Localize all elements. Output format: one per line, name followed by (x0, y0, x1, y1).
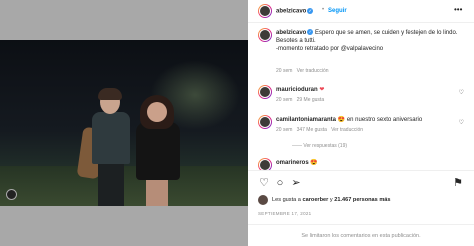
comment-username[interactable]: omarineros (276, 160, 309, 166)
comment-likes[interactable]: 29 Me gusta (297, 97, 325, 103)
share-icon[interactable]: ➢ (290, 177, 302, 189)
comment-meta: 20 sem 347 Me gusta Ver traducción (276, 127, 364, 133)
caption-username[interactable]: abelzicavo (276, 30, 306, 36)
caption-meta: 20 sem Ver traducción (276, 68, 329, 74)
like-comment-icon[interactable]: ♡ (459, 89, 464, 96)
avatar[interactable] (258, 115, 272, 129)
post-photo[interactable] (0, 40, 248, 206)
follow-button[interactable]: Seguir (328, 8, 347, 14)
post-side-panel: abelzicavo ✓ • Seguir ••• abelzicavo ✓ Esp… (248, 0, 474, 246)
comment-meta: 20 sem 29 Me gusta (276, 97, 325, 103)
like-comment-icon[interactable]: ♡ (459, 119, 464, 126)
person-right (132, 95, 184, 206)
person-left (76, 88, 136, 206)
translate-link[interactable]: Ver traducción (297, 68, 329, 74)
more-options-icon[interactable]: ••• (454, 5, 462, 14)
comments-limited-notice: Se limitaron los comentarios en esta pub… (248, 224, 474, 246)
translate-link[interactable]: Ver traducción (331, 127, 363, 133)
post-date[interactable]: SEPTIEMBRE 17, 2021 (258, 211, 311, 216)
view-replies-link[interactable]: —— Ver respuestas (19) (292, 143, 347, 149)
avatar[interactable] (258, 4, 272, 18)
comment-text: ❤ (319, 87, 325, 93)
author-username[interactable]: abelzicavo ✓ (276, 8, 314, 15)
separator-dot: • (322, 7, 325, 13)
post-header: abelzicavo ✓ • Seguir ••• (248, 0, 474, 23)
caption-text: abelzicavo ✓ Espero que se amen, se cuide… (276, 29, 458, 52)
save-icon[interactable]: ⚑ (452, 177, 464, 189)
likes-summary[interactable]: Les gusta a caroerber y 21.467 personas … (272, 197, 391, 203)
comment-likes[interactable]: 347 Me gusta (297, 127, 327, 133)
tag-people-icon[interactable] (6, 189, 17, 200)
avatar[interactable] (258, 28, 272, 42)
avatar[interactable] (258, 85, 272, 99)
comment-username[interactable]: camilantoniamaranta (276, 117, 336, 123)
like-icon[interactable]: ♡ (258, 177, 270, 189)
comment-text: 😍 (310, 160, 318, 166)
comment-username[interactable]: mauricioduran (276, 87, 318, 93)
comment-text: 😍 en nuestro sexto aniversario (337, 117, 423, 123)
verified-icon: ✓ (307, 8, 314, 14)
verified-icon: ✓ (307, 29, 314, 36)
liker-avatar[interactable] (258, 195, 268, 205)
post-actions: ♡ ○ ➢ ⚑ Les gusta a caroerber y 21.467 p… (248, 170, 474, 225)
comment-icon[interactable]: ○ (274, 177, 286, 189)
